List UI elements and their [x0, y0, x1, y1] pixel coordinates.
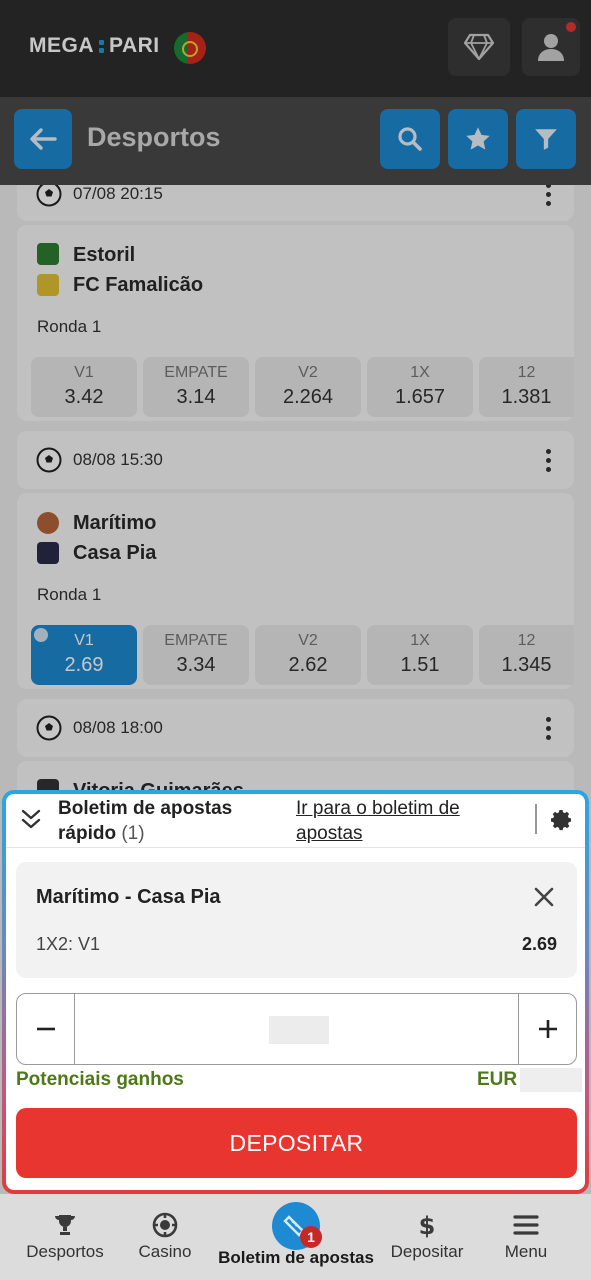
- nav-label: Boletim de apostas: [218, 1248, 374, 1267]
- divider: [535, 804, 537, 834]
- trophy-icon: [55, 1215, 75, 1235]
- go-to-betslip-link[interactable]: Ir para o boletim de apostas: [296, 796, 516, 846]
- selection-market: 1X2: V1: [36, 934, 101, 954]
- nav-item-menu[interactable]: Menu: [490, 1194, 562, 1280]
- deposit-button[interactable]: DEPOSITAR: [16, 1108, 577, 1178]
- potential-winnings-value: [520, 1068, 582, 1092]
- nav-label: Menu: [504, 1242, 548, 1261]
- casino-chip-icon: [152, 1212, 178, 1238]
- quick-betslip: Boletim de apostas rápido (1) Ir para o …: [2, 790, 589, 1194]
- nav-item-betslip[interactable]: 1 Boletim de apostas: [214, 1194, 378, 1280]
- gear-icon[interactable]: [550, 808, 574, 832]
- betslip-panel: Boletim de apostas rápido (1) Ir para o …: [6, 794, 585, 1190]
- nav-label: Casino: [138, 1242, 192, 1261]
- plus-icon: [538, 1020, 557, 1038]
- betslip-nav-circle: 1: [272, 1202, 322, 1250]
- minus-icon: [36, 1027, 55, 1031]
- selection-match: Marítimo - Casa Pia: [36, 886, 221, 908]
- betslip-count: (1): [121, 823, 145, 844]
- stake-input[interactable]: [269, 1016, 329, 1044]
- bottom-navigation: Desportos Casino 1 Boletim de apostas $ …: [0, 1194, 591, 1280]
- menu-icon: [513, 1215, 539, 1235]
- nav-item-deposit[interactable]: $ Depositar: [384, 1194, 470, 1280]
- decrease-stake-button[interactable]: [17, 994, 75, 1064]
- potential-winnings-label: Potenciais ganhos: [16, 1069, 184, 1090]
- close-icon[interactable]: [533, 886, 555, 908]
- bet-selection-card: Marítimo - Casa Pia 1X2: V1 2.69: [16, 862, 577, 978]
- increase-stake-button[interactable]: [518, 994, 576, 1064]
- nav-item-casino[interactable]: Casino: [126, 1194, 204, 1280]
- betslip-count-badge: 1: [300, 1226, 322, 1248]
- nav-label: Depositar: [390, 1242, 464, 1261]
- selection-odd: 2.69: [521, 934, 557, 954]
- nav-label: Desportos: [26, 1242, 104, 1261]
- nav-item-sports[interactable]: Desportos: [14, 1194, 116, 1280]
- betslip-title: Boletim de apostas rápido (1): [58, 796, 268, 846]
- dollar-icon: $: [419, 1212, 436, 1238]
- stake-stepper: [16, 993, 577, 1065]
- svg-text:$: $: [419, 1212, 436, 1238]
- betslip-title-text: Boletim de apostas rápido: [58, 798, 233, 844]
- betslip-header: Boletim de apostas rápido (1) Ir para o …: [6, 794, 585, 848]
- potential-winnings-currency: EUR: [477, 1069, 518, 1090]
- collapse-chevrons-icon[interactable]: [20, 806, 42, 832]
